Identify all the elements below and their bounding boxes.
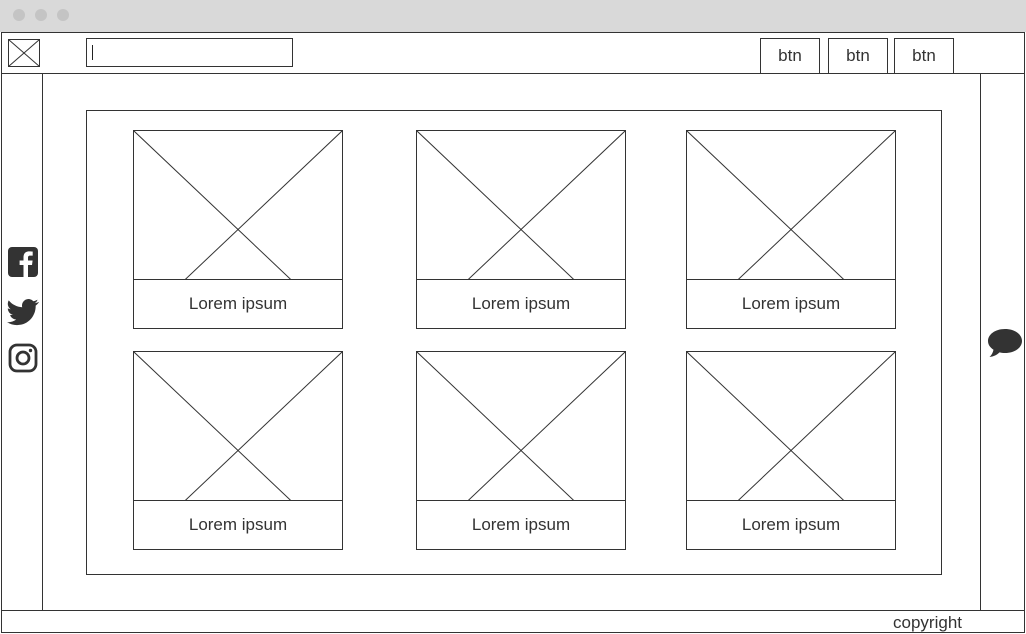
image-placeholder-icon bbox=[134, 131, 342, 280]
facebook-icon[interactable] bbox=[7, 246, 39, 278]
search-input[interactable] bbox=[86, 38, 293, 67]
window-maximize-dot[interactable] bbox=[57, 9, 69, 21]
card-label: Lorem ipsum bbox=[188, 515, 288, 534]
image-placeholder-icon[interactable] bbox=[8, 39, 40, 67]
card-label: Lorem ipsum bbox=[471, 515, 571, 534]
image-placeholder-icon bbox=[417, 131, 625, 280]
browser-frame: btn btn btn Lorem ipsum Lorem ipsum Lore… bbox=[1, 32, 1025, 633]
card[interactable]: Lorem ipsum bbox=[133, 351, 343, 550]
window-minimize-dot[interactable] bbox=[35, 9, 47, 21]
header-button-1[interactable]: btn bbox=[760, 38, 820, 73]
image-placeholder-icon bbox=[687, 352, 895, 501]
window-close-dot[interactable] bbox=[13, 9, 25, 21]
header-button-3[interactable]: btn bbox=[894, 38, 954, 73]
instagram-icon[interactable] bbox=[7, 342, 39, 374]
card[interactable]: Lorem ipsum bbox=[686, 351, 896, 550]
image-placeholder-icon bbox=[417, 352, 625, 501]
right-sidebar bbox=[980, 74, 1025, 610]
footer: copyright bbox=[2, 610, 1024, 633]
card[interactable]: Lorem ipsum bbox=[133, 130, 343, 329]
card[interactable]: Lorem ipsum bbox=[686, 130, 896, 329]
copyright-text: copyright bbox=[893, 613, 962, 632]
text-caret bbox=[92, 45, 93, 60]
card-label: Lorem ipsum bbox=[741, 515, 841, 534]
header-button-2[interactable]: btn bbox=[828, 38, 888, 73]
window-titlebar bbox=[0, 0, 1026, 32]
image-placeholder-icon bbox=[687, 131, 895, 280]
chat-bubble-icon[interactable] bbox=[987, 327, 1023, 359]
content-grid: Lorem ipsum Lorem ipsum Lorem ipsum Lore… bbox=[86, 110, 942, 575]
left-sidebar bbox=[2, 74, 43, 610]
twitter-icon[interactable] bbox=[7, 296, 39, 328]
card-label: Lorem ipsum bbox=[188, 294, 288, 313]
card-label: Lorem ipsum bbox=[741, 294, 841, 313]
card[interactable]: Lorem ipsum bbox=[416, 130, 626, 329]
image-placeholder-icon bbox=[134, 352, 342, 501]
header: btn btn btn bbox=[2, 33, 1024, 74]
card-label: Lorem ipsum bbox=[471, 294, 571, 313]
card[interactable]: Lorem ipsum bbox=[416, 351, 626, 550]
